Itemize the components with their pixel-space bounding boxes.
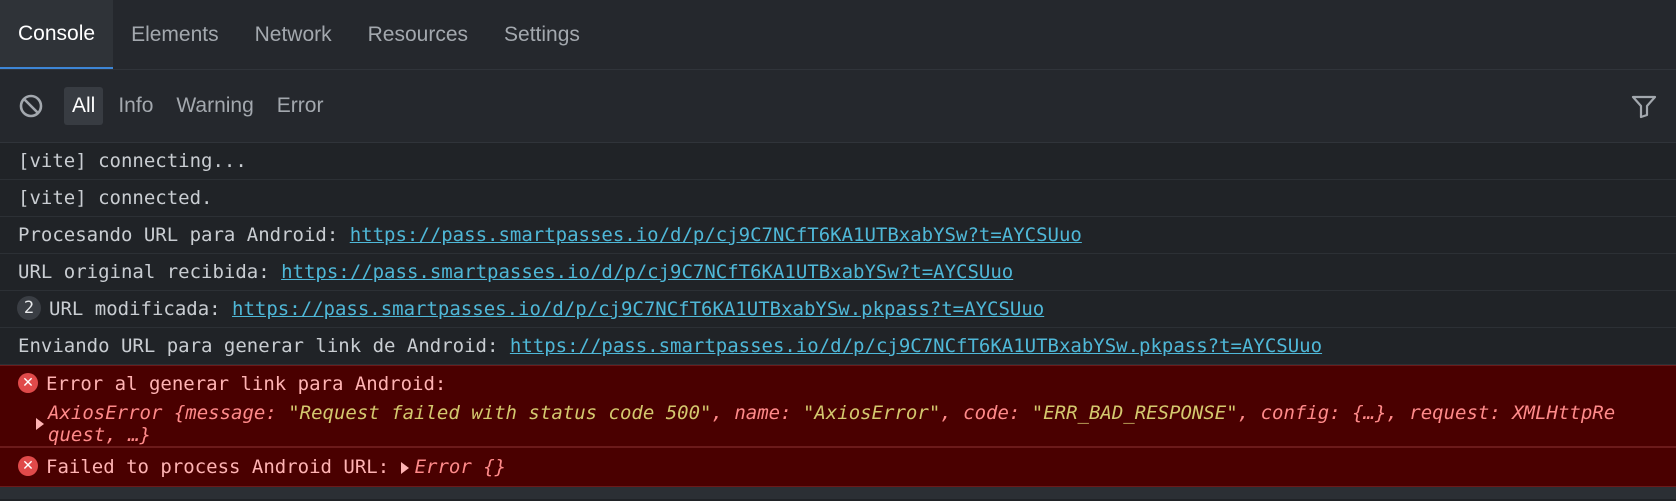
log-message: URL original recibida: https://pass.smar…	[0, 254, 1676, 291]
filter-level-warning[interactable]: Warning	[168, 87, 261, 125]
console-log: [vite] connecting... [vite] connected. P…	[0, 143, 1676, 499]
error-object-line[interactable]: AxiosError {message: "Request failed wit…	[48, 402, 1676, 424]
log-link[interactable]: https://pass.smartpasses.io/d/p/cj9C7NCf…	[232, 298, 1044, 320]
tab-resources[interactable]: Resources	[350, 0, 486, 69]
filter-level-error[interactable]: Error	[269, 87, 332, 125]
log-link[interactable]: https://pass.smartpasses.io/d/p/cj9C7NCf…	[510, 335, 1322, 357]
error-text: Error al generar link para Android:	[46, 373, 447, 395]
devtools-tab-bar: Console Elements Network Resources Setti…	[0, 0, 1676, 70]
error-icon: ✕	[18, 372, 38, 393]
log-text: [vite] connecting...	[18, 150, 247, 172]
filter-icon	[1631, 95, 1657, 119]
log-message: 2 URL modificada: https://pass.smartpasse…	[0, 291, 1676, 328]
log-text: Enviando URL para generar link de Androi…	[18, 335, 510, 357]
console-bottom-area	[0, 487, 1676, 499]
tab-elements[interactable]: Elements	[113, 0, 237, 69]
log-text: URL modificada:	[49, 298, 233, 320]
log-message: [vite] connected.	[0, 180, 1676, 217]
log-text: [vite] connected.	[18, 187, 213, 209]
error-object-line-continued: quest, …}	[48, 424, 151, 446]
error-icon: ✕	[18, 455, 38, 476]
error-text: Failed to process Android URL:	[46, 456, 401, 478]
filter-level-all[interactable]: All	[64, 87, 104, 125]
error-object[interactable]: Error {}	[415, 456, 507, 478]
clear-console-button[interactable]	[18, 92, 46, 120]
log-message: [vite] connecting...	[0, 143, 1676, 180]
console-toolbar: All Info Warning Error	[0, 70, 1676, 143]
log-link[interactable]: https://pass.smartpasses.io/d/p/cj9C7NCf…	[281, 261, 1013, 283]
tab-console[interactable]: Console	[0, 0, 114, 69]
expand-triangle-icon[interactable]	[400, 461, 409, 474]
clear-console-icon	[19, 94, 43, 118]
error-message: ✕ Failed to process Android URL: Error {}	[0, 447, 1676, 487]
log-text: Procesando URL para Android:	[18, 224, 350, 246]
log-message: Enviando URL para generar link de Androi…	[0, 328, 1676, 365]
error-object: AxiosError {message: "Request failed wit…	[18, 402, 1676, 446]
expand-triangle-icon[interactable]	[36, 418, 44, 430]
filter-button[interactable]	[1630, 92, 1660, 122]
error-message: ✕ Error al generar link para Android: Axi…	[0, 365, 1676, 447]
log-link[interactable]: https://pass.smartpasses.io/d/p/cj9C7NCf…	[350, 224, 1082, 246]
log-text: URL original recibida:	[18, 261, 282, 283]
log-message: Procesando URL para Android: https://pas…	[0, 217, 1676, 254]
repeat-count-badge: 2	[17, 295, 41, 320]
tab-settings[interactable]: Settings	[486, 0, 598, 69]
tab-network[interactable]: Network	[237, 0, 350, 69]
filter-level-info[interactable]: Info	[110, 87, 161, 125]
